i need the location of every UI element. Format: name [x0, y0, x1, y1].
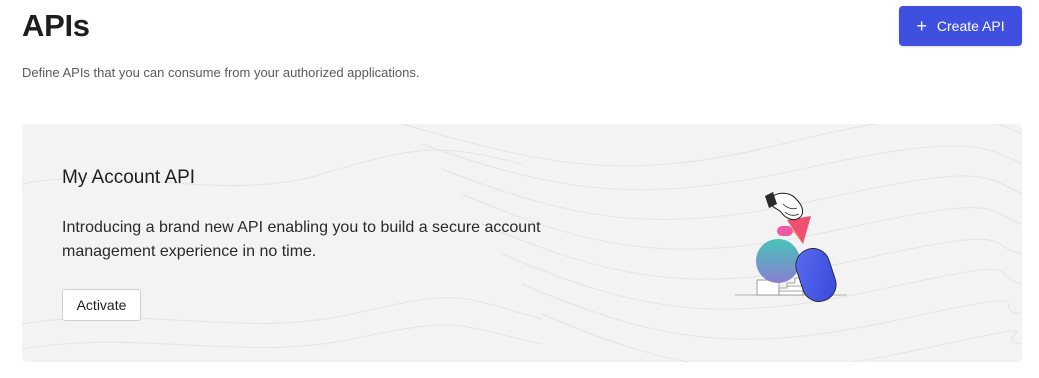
account-api-illustration: [735, 192, 847, 302]
page-subtitle: Define APIs that you can consume from yo…: [22, 65, 420, 80]
create-api-button[interactable]: + Create API: [899, 6, 1022, 46]
card-description: Introducing a brand new API enabling you…: [62, 219, 541, 260]
page-title: APIs: [22, 8, 90, 43]
activate-button[interactable]: Activate: [62, 289, 141, 321]
create-api-label: Create API: [936, 18, 1005, 34]
plus-icon: +: [916, 15, 927, 36]
my-account-api-card: My Account API Introducing a brand new A…: [22, 124, 1022, 362]
card-title: My Account API: [62, 167, 196, 188]
